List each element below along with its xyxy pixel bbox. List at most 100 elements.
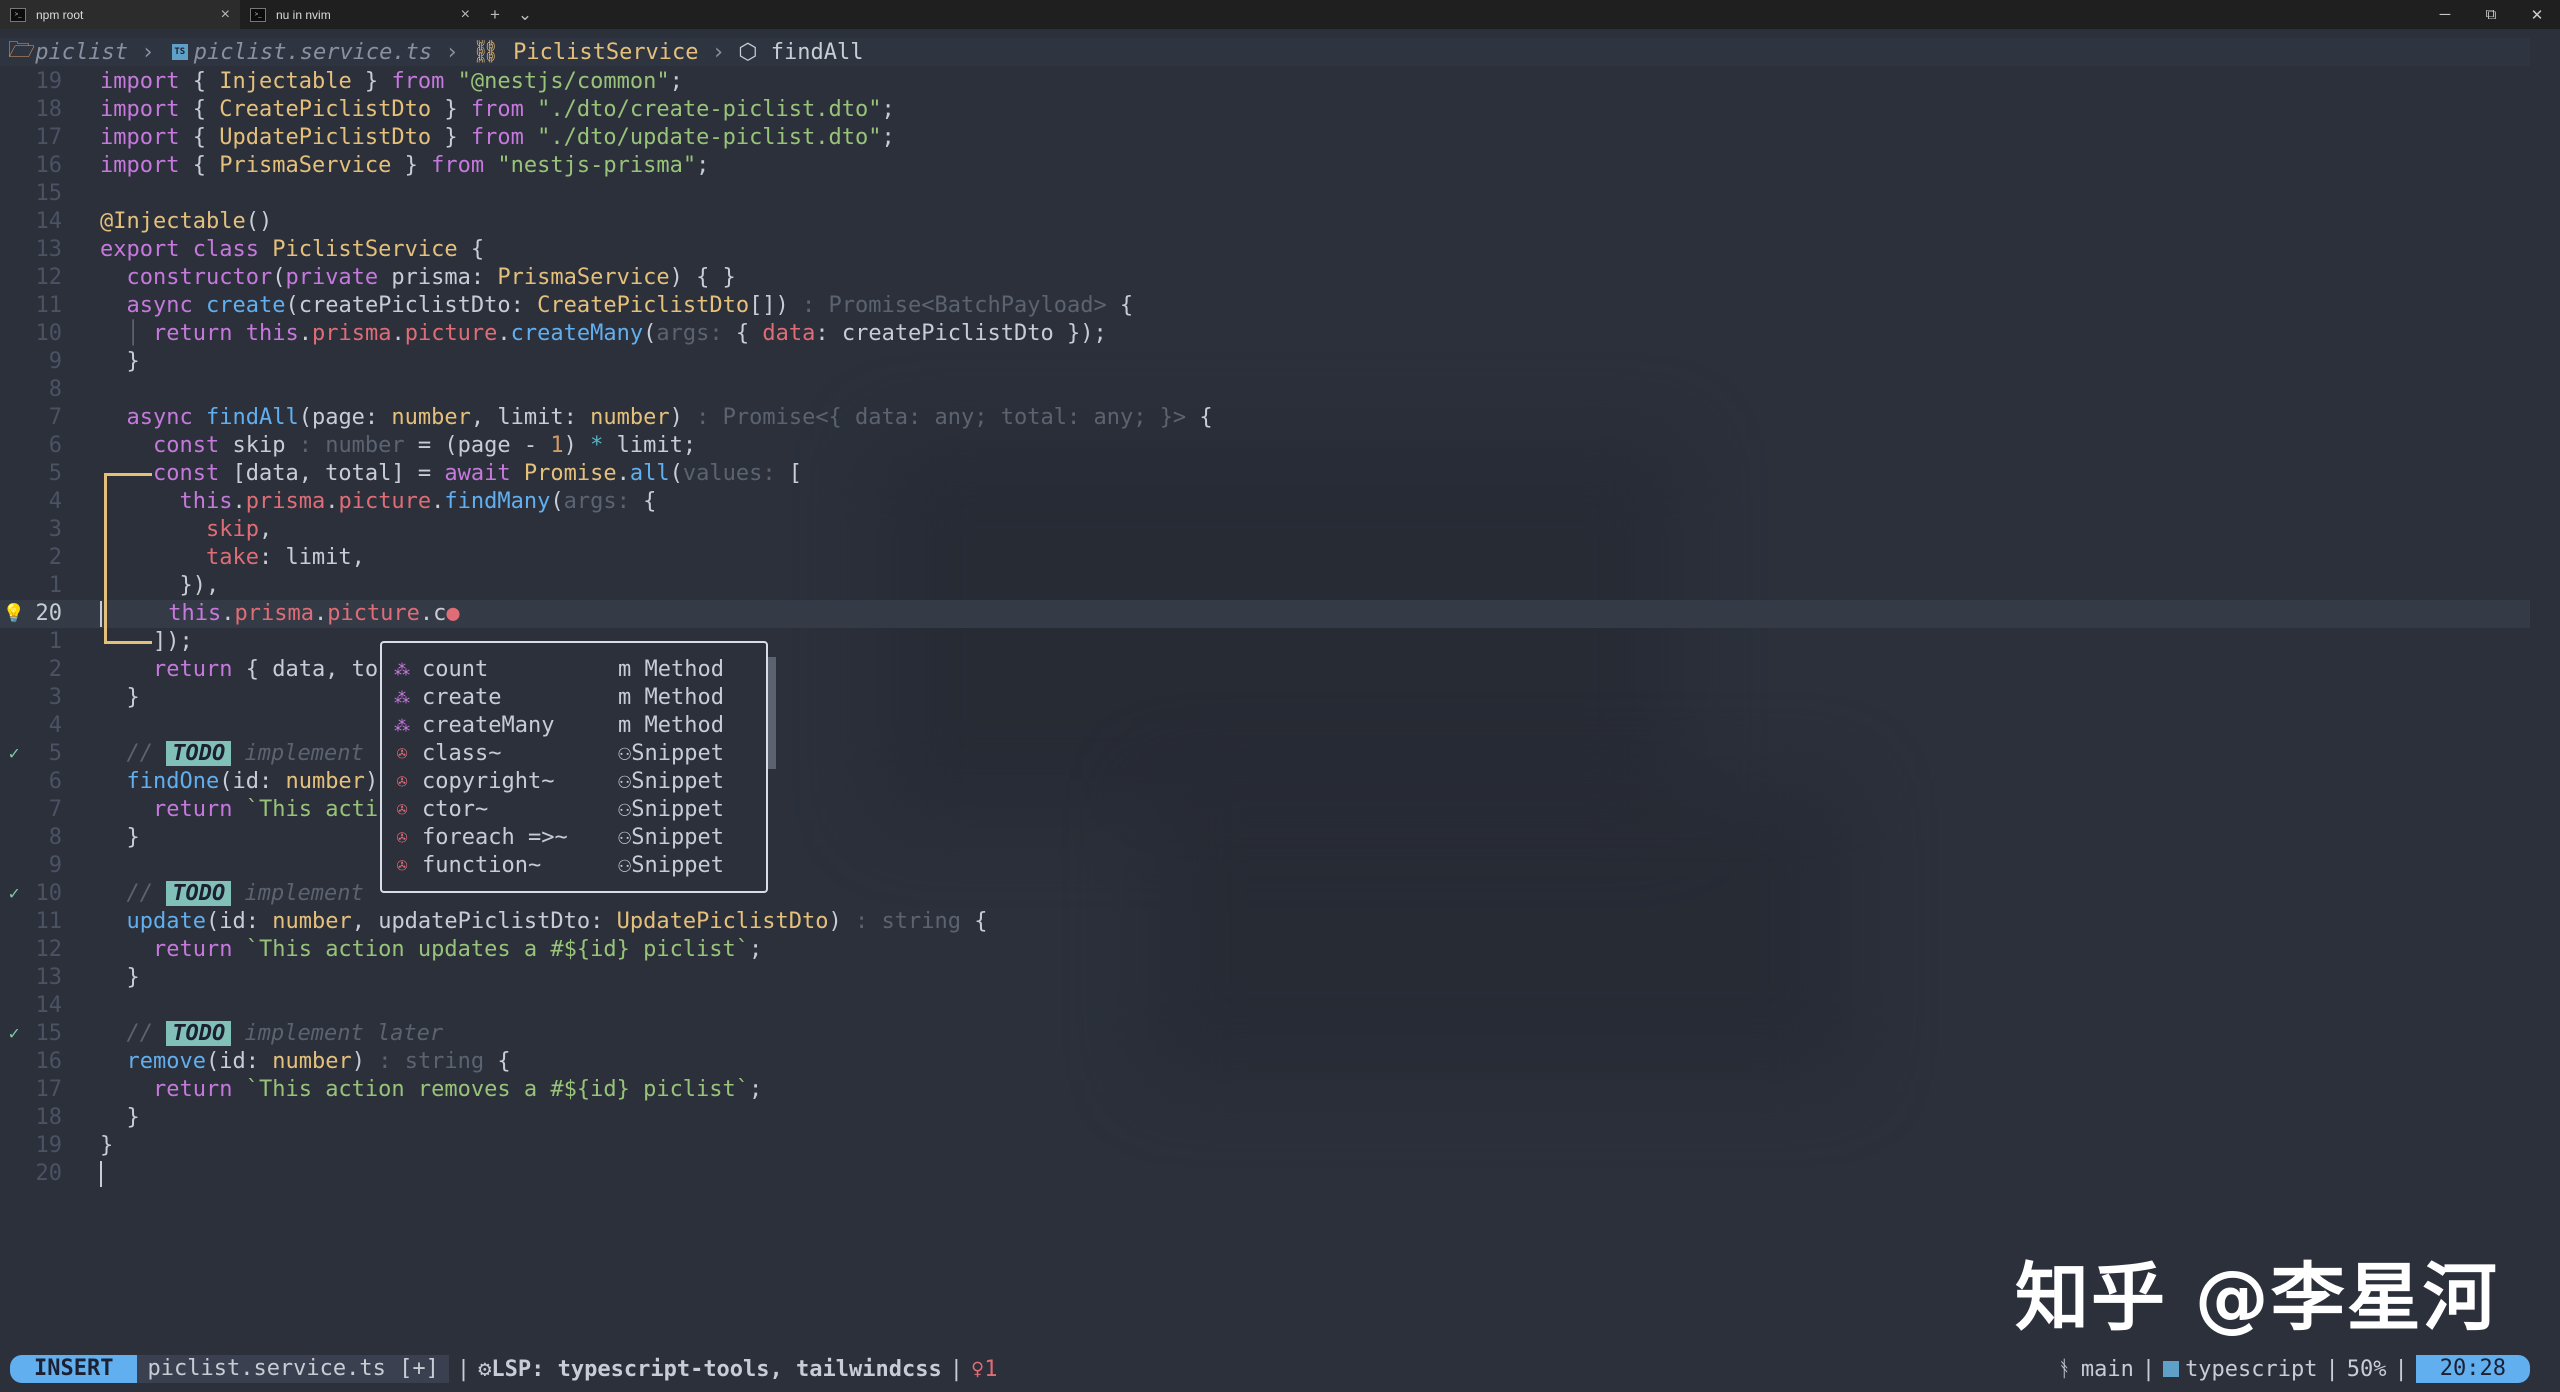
tab-title: nu in nvim bbox=[276, 7, 331, 22]
git-branch: main bbox=[2080, 1356, 2134, 1382]
scroll-percent: 50% bbox=[2346, 1356, 2387, 1382]
method-icon: ⁂ bbox=[394, 659, 410, 679]
breadcrumb-class[interactable]: PiclistService bbox=[513, 40, 698, 65]
breadcrumb-separator: › bbox=[128, 39, 168, 65]
completion-item[interactable]: ✇ copyright~ ⚇Snippet bbox=[382, 767, 766, 795]
code-line: 19 import { Injectable } from "@nestjs/co… bbox=[35, 69, 683, 94]
code-line: 11 update(id: number, updatePiclistDto: … bbox=[35, 909, 988, 934]
todo-badge: TODO bbox=[166, 881, 232, 906]
code-line: 14 bbox=[35, 993, 63, 1018]
breadcrumb-folder[interactable]: piclist bbox=[35, 40, 128, 65]
current-line: 💡 20 this.prisma.picture.c● bbox=[0, 600, 2530, 628]
snippet-icon: ✇ bbox=[396, 854, 408, 876]
code-line: 20 bbox=[0, 1160, 2530, 1188]
code-line: 17 import { UpdatePiclistDto } from "./dt… bbox=[35, 125, 895, 150]
code-line: 8 bbox=[48, 377, 62, 402]
folder-icon: 🗁 bbox=[8, 38, 36, 63]
lsp-status: LSP: typescript-tools, tailwindcss bbox=[491, 1356, 942, 1382]
scope-guide bbox=[104, 473, 152, 476]
code-line: ✓ 15 // TODO implement later bbox=[0, 1020, 2530, 1048]
close-tab-icon[interactable]: × bbox=[221, 6, 230, 24]
breadcrumb: 🗁 piclist › TS piclist.service.ts › ⛓ Pi… bbox=[0, 38, 2530, 66]
close-tab-icon[interactable]: × bbox=[461, 6, 470, 24]
code-line: 11 async create(createPiclistDto: Create… bbox=[35, 293, 1134, 318]
completion-item[interactable]: ✇ ctor~ ⚇Snippet bbox=[382, 795, 766, 823]
todo-badge: TODO bbox=[166, 1021, 232, 1046]
code-editor[interactable]: 19 import { Injectable } from "@nestjs/co… bbox=[0, 68, 2530, 1188]
close-window-button[interactable]: ✕ bbox=[2514, 0, 2560, 29]
watermark: 知乎 @李星河 bbox=[2015, 1255, 2499, 1341]
completion-scrollbar[interactable] bbox=[768, 657, 776, 769]
completion-item[interactable]: ✇ class~ ⚇Snippet bbox=[382, 739, 766, 767]
terminal-icon: >_ bbox=[10, 7, 26, 22]
completion-item[interactable]: ⁂ count m Method bbox=[382, 655, 766, 683]
code-line: 5 const [data, total] = await Promise.al… bbox=[48, 461, 803, 486]
code-line: 4 this.prisma.picture.findMany(args: { bbox=[48, 489, 657, 514]
code-line: 15 bbox=[35, 181, 63, 206]
cursor bbox=[100, 601, 102, 627]
snippet-icon: ✇ bbox=[396, 770, 408, 792]
code-line: 16 import { PrismaService } from "nestjs-… bbox=[35, 153, 710, 178]
lsp-icon: ⚙ bbox=[478, 1356, 492, 1382]
snippet-icon: ✇ bbox=[396, 798, 408, 820]
new-tab-button[interactable]: + bbox=[480, 0, 510, 29]
completion-item[interactable]: ✇ foreach =>~ ⚇Snippet bbox=[382, 823, 766, 851]
maximize-button[interactable]: ⧉ bbox=[2468, 0, 2514, 29]
method-icon: ⁂ bbox=[394, 687, 410, 707]
statusline: INSERT piclist.service.ts [+] | ⚙ LSP: t… bbox=[0, 1354, 2530, 1384]
code-line: 12 constructor(private prisma: PrismaSer… bbox=[35, 265, 736, 290]
lightbulb-icon[interactable]: 💡 bbox=[0, 600, 28, 628]
code-line: 13 export class PiclistService { bbox=[35, 237, 485, 262]
mode-indicator: INSERT bbox=[10, 1355, 138, 1383]
terminal-tab-bar: >_ npm root × >_ nu in nvim × + ⌄ ─ ⧉ ✕ bbox=[0, 0, 2560, 29]
scope-guide bbox=[104, 473, 107, 643]
code-line: 1 }), bbox=[48, 573, 220, 598]
terminal-icon: >_ bbox=[250, 7, 266, 22]
method-icon: ⬡ bbox=[738, 39, 771, 65]
code-line: 6 const skip : number = (page - 1) * lim… bbox=[48, 433, 697, 458]
code-line: 3 skip, bbox=[48, 517, 273, 542]
check-icon: ✓ bbox=[8, 743, 20, 764]
completion-item[interactable]: ⁂ createMany m Method bbox=[382, 711, 766, 739]
code-line: 7 async findAll(page: number, limit: num… bbox=[48, 405, 1213, 430]
diagnostics-count: 1 bbox=[984, 1356, 998, 1382]
git-branch-icon: ᚬ bbox=[2057, 1356, 2071, 1382]
code-line: 19} bbox=[35, 1133, 114, 1158]
typescript-file-icon bbox=[2163, 1361, 2180, 1377]
snippet-icon: ✇ bbox=[396, 742, 408, 764]
todo-badge: TODO bbox=[166, 741, 232, 766]
tab-title: npm root bbox=[36, 7, 84, 22]
breadcrumb-method[interactable]: findAll bbox=[771, 40, 864, 65]
tab-nu-in-nvim[interactable]: >_ nu in nvim × bbox=[240, 0, 480, 29]
breadcrumb-file[interactable]: piclist.service.ts bbox=[194, 40, 432, 65]
completion-item[interactable]: ✇ function~ ⚇Snippet bbox=[382, 851, 766, 879]
method-icon: ⁂ bbox=[394, 715, 410, 735]
breadcrumb-separator: › bbox=[432, 39, 472, 65]
code-line: 18 } bbox=[35, 1105, 140, 1130]
code-line: 17 return `This action removes a #${id} … bbox=[35, 1077, 763, 1102]
breadcrumb-separator: › bbox=[698, 39, 739, 65]
snippet-icon: ✇ bbox=[396, 826, 408, 848]
code-line: 18 import { CreatePiclistDto } from "./dt… bbox=[35, 97, 895, 122]
tab-npm-root[interactable]: >_ npm root × bbox=[0, 0, 240, 29]
typescript-file-icon: TS bbox=[171, 44, 188, 60]
check-icon: ✓ bbox=[8, 1023, 20, 1044]
class-icon: ⛓ bbox=[471, 39, 514, 65]
completion-item[interactable]: ⁂ create m Method bbox=[382, 683, 766, 711]
code-line: 13 } bbox=[35, 965, 140, 990]
code-line: 12 return `This action updates a #${id} … bbox=[35, 937, 763, 962]
scope-guide bbox=[104, 641, 152, 644]
code-line: 16 remove(id: number) : string { bbox=[35, 1049, 511, 1074]
check-icon: ✓ bbox=[8, 883, 20, 904]
code-line: 9 } bbox=[48, 349, 140, 374]
code-line: 14 @Injectable() bbox=[35, 209, 273, 234]
minimize-button[interactable]: ─ bbox=[2422, 0, 2468, 29]
code-line: 2 take: limit, bbox=[48, 545, 365, 570]
tab-dropdown-button[interactable]: ⌄ bbox=[510, 0, 540, 29]
code-line: 10 │ return this.prisma.picture.createMa… bbox=[35, 321, 1107, 346]
statusline-filename: piclist.service.ts [+] bbox=[137, 1355, 449, 1383]
completion-menu[interactable]: ⁂ count m Method ⁂ create m Method ⁂ createMa… bbox=[380, 641, 776, 893]
cursor-position: 20:28 bbox=[2415, 1355, 2530, 1383]
filetype: typescript bbox=[2185, 1356, 2318, 1382]
hint-icon: ♀ bbox=[970, 1356, 985, 1382]
